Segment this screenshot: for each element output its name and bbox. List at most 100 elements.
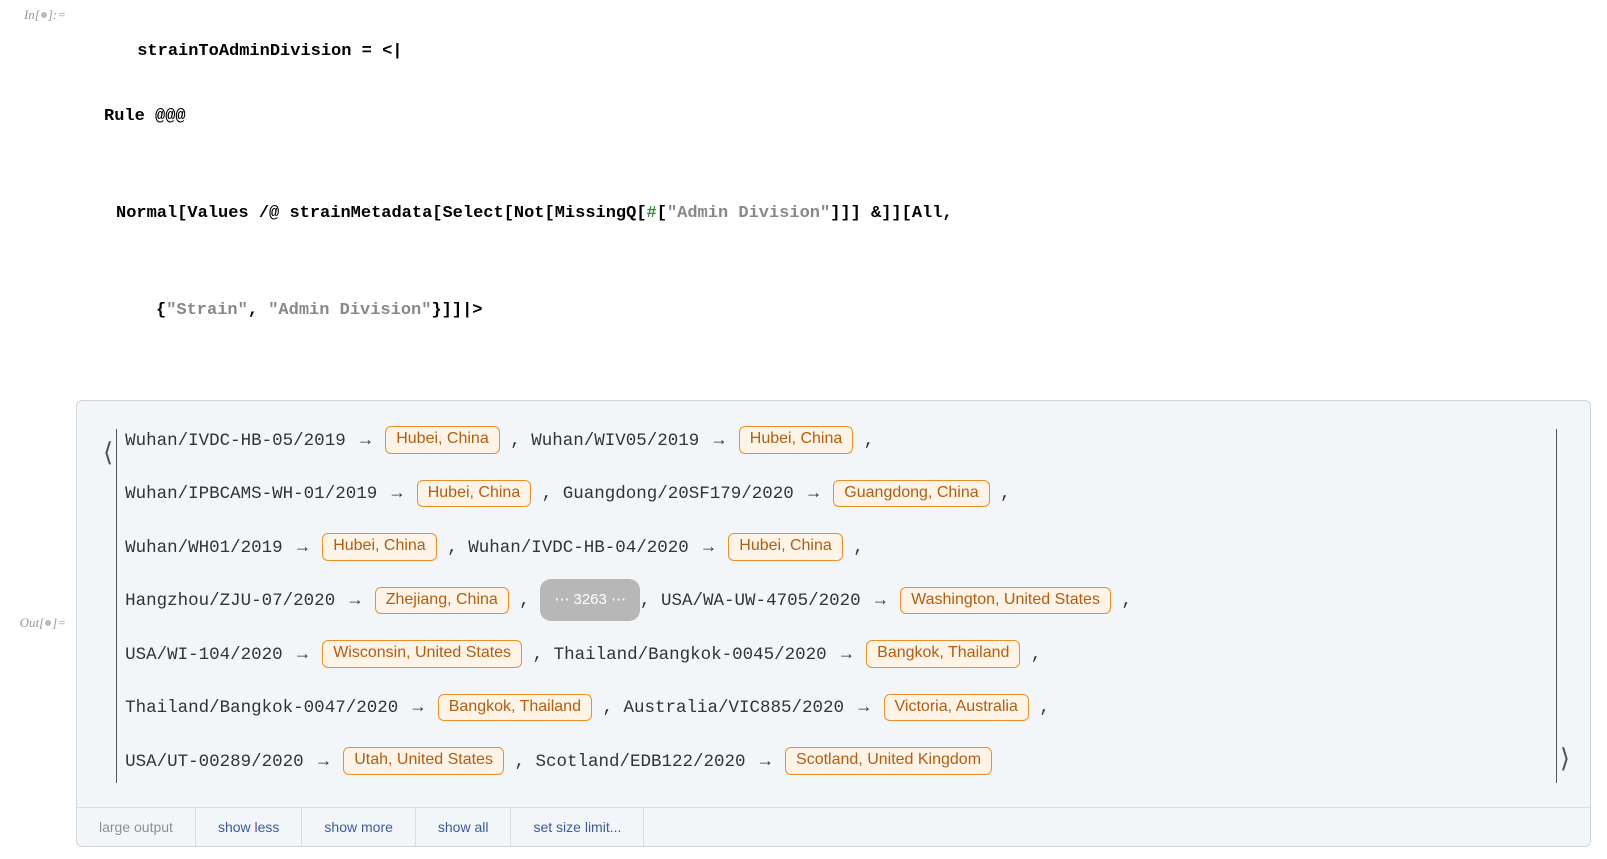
input-cell: In[ ]:= strainToAdminDivision = <| Rule @… xyxy=(4,4,1603,392)
rule-arrow-icon: → xyxy=(844,698,884,718)
output-line: Hangzhou/ZJU-07/2020 → Zhejiang, China ,… xyxy=(125,579,1548,625)
strain-key: USA/UT-00289/2020 xyxy=(125,752,304,772)
entity-pill[interactable]: Hubei, China xyxy=(322,533,437,561)
strain-key: Hangzhou/ZJU-07/2020 xyxy=(125,591,335,611)
entity-pill[interactable]: Hubei, China xyxy=(417,480,532,508)
placeholder-icon xyxy=(41,12,47,18)
large-output-footer: large output show less show more show al… xyxy=(77,807,1590,846)
code-string: "Strain" xyxy=(166,301,248,320)
strain-key: Wuhan/WIV05/2019 xyxy=(531,431,699,451)
code-string: "Admin Division" xyxy=(667,204,830,223)
entity-pill[interactable]: Hubei, China xyxy=(728,533,843,561)
set-size-limit-button[interactable]: set size limit... xyxy=(511,808,644,846)
code-string: "Admin Division" xyxy=(268,301,431,320)
code-token: All xyxy=(912,204,943,223)
association-display: ⟨ Wuhan/IVDC-HB-05/2019 → Hubei, China ,… xyxy=(97,419,1570,794)
code-token: [ xyxy=(545,204,555,223)
code-token: Values xyxy=(187,204,248,223)
association-body: Wuhan/IVDC-HB-05/2019 → Hubei, China , W… xyxy=(119,419,1554,794)
code-token: [ xyxy=(432,204,442,223)
large-output-label: large output xyxy=(77,808,196,846)
code-token: = <| xyxy=(351,42,402,61)
code-token: @@@ xyxy=(145,107,186,126)
code-token: [ xyxy=(657,204,667,223)
rule-arrow-icon: → xyxy=(283,538,323,558)
output-line: Wuhan/WH01/2019 → Hubei, China , Wuhan/I… xyxy=(125,526,1548,572)
rule-arrow-icon: → xyxy=(861,591,901,611)
output-cell: Out[]= ⟨ Wuhan/IVDC-HB-05/2019 → Hubei, … xyxy=(4,400,1603,848)
in-label-suffix: ]:= xyxy=(48,7,66,22)
code-token: [ xyxy=(504,204,514,223)
entity-pill[interactable]: Bangkok, Thailand xyxy=(866,640,1020,668)
entity-pill[interactable]: Hubei, China xyxy=(385,426,500,454)
angle-open-icon: ⟨ xyxy=(103,419,113,487)
strain-key: Thailand/Bangkok-0045/2020 xyxy=(554,645,827,665)
angle-close-icon: ⟩ xyxy=(1560,725,1570,793)
out-label-prefix: Out[ xyxy=(20,615,45,630)
output-line: Thailand/Bangkok-0047/2020 → Bangkok, Th… xyxy=(125,686,1548,732)
entity-pill[interactable]: Zhejiang, China xyxy=(375,587,509,615)
delim-bar xyxy=(116,429,117,784)
code-token: }]]|> xyxy=(431,301,482,320)
code-token: ]]] &]][ xyxy=(830,204,912,223)
rule-arrow-icon: → xyxy=(283,645,323,665)
strain-key: Thailand/Bangkok-0047/2020 xyxy=(125,698,398,718)
show-all-button[interactable]: show all xyxy=(416,808,512,846)
out-label: Out[]= xyxy=(4,400,76,848)
rule-arrow-icon: → xyxy=(398,698,438,718)
code-token: [ xyxy=(177,204,187,223)
code-token: Not xyxy=(514,204,545,223)
code-slot: # xyxy=(647,204,657,223)
show-more-button[interactable]: show more xyxy=(302,808,415,846)
code-token: , xyxy=(942,204,952,223)
entity-pill[interactable]: Utah, United States xyxy=(343,747,504,775)
code-token: Normal xyxy=(116,204,177,223)
assoc-open-delim: ⟨ xyxy=(103,419,113,794)
entity-pill[interactable]: Hubei, China xyxy=(739,426,854,454)
show-less-button[interactable]: show less xyxy=(196,808,302,846)
elision-pill[interactable]: ⋯ 3263 ⋯ xyxy=(540,579,640,621)
code-token: Rule xyxy=(104,107,145,126)
in-label: In[ ]:= xyxy=(4,4,76,392)
strain-key: Guangdong/20SF179/2020 xyxy=(563,484,794,504)
rule-arrow-icon: → xyxy=(346,431,386,451)
output-line: Wuhan/IVDC-HB-05/2019 → Hubei, China , W… xyxy=(125,419,1548,465)
placeholder-icon xyxy=(45,620,51,626)
input-content[interactable]: strainToAdminDivision = <| Rule @@@ Norm… xyxy=(76,4,1603,392)
code-token: strainMetadata xyxy=(289,204,432,223)
code-token: , xyxy=(248,301,268,320)
code-token: [ xyxy=(636,204,646,223)
rule-arrow-icon: → xyxy=(746,752,786,772)
strain-key: USA/WI-104/2020 xyxy=(125,645,283,665)
strain-key: Australia/VIC885/2020 xyxy=(623,698,844,718)
output-line: USA/UT-00289/2020 → Utah, United States … xyxy=(125,740,1548,786)
output-line: Wuhan/IPBCAMS-WH-01/2019 → Hubei, China … xyxy=(125,472,1548,518)
code-token: Select xyxy=(442,204,503,223)
entity-pill[interactable]: Guangdong, China xyxy=(833,480,989,508)
output-line: USA/WI-104/2020 → Wisconsin, United Stat… xyxy=(125,633,1548,679)
rule-arrow-icon: → xyxy=(304,752,344,772)
entity-pill[interactable]: Washington, United States xyxy=(900,587,1111,615)
rule-arrow-icon: → xyxy=(335,591,375,611)
rule-arrow-icon: → xyxy=(689,538,729,558)
delim-bar xyxy=(1556,429,1557,784)
rule-arrow-icon: → xyxy=(699,431,739,451)
code-token: { xyxy=(156,301,166,320)
entity-pill[interactable]: Bangkok, Thailand xyxy=(438,694,592,722)
output-box: ⟨ Wuhan/IVDC-HB-05/2019 → Hubei, China ,… xyxy=(76,400,1591,848)
strain-key: Wuhan/IVDC-HB-05/2019 xyxy=(125,431,346,451)
rule-arrow-icon: → xyxy=(377,484,417,504)
strain-key: USA/WA-UW-4705/2020 xyxy=(661,591,861,611)
code-token: /@ xyxy=(249,204,290,223)
code-token: strainToAdminDivision xyxy=(137,42,351,61)
input-code[interactable]: strainToAdminDivision = <| Rule @@@ Norm… xyxy=(76,4,1603,392)
entity-pill[interactable]: Victoria, Australia xyxy=(884,694,1029,722)
code-token: MissingQ xyxy=(555,204,637,223)
strain-key: Scotland/EDB122/2020 xyxy=(535,752,745,772)
strain-key: Wuhan/WH01/2019 xyxy=(125,538,283,558)
assoc-close-delim: ⟩ xyxy=(1560,419,1570,794)
entity-pill[interactable]: Scotland, United Kingdom xyxy=(785,747,992,775)
in-label-prefix: In[ xyxy=(24,7,40,22)
entity-pill[interactable]: Wisconsin, United States xyxy=(322,640,522,668)
rule-arrow-icon: → xyxy=(827,645,867,665)
